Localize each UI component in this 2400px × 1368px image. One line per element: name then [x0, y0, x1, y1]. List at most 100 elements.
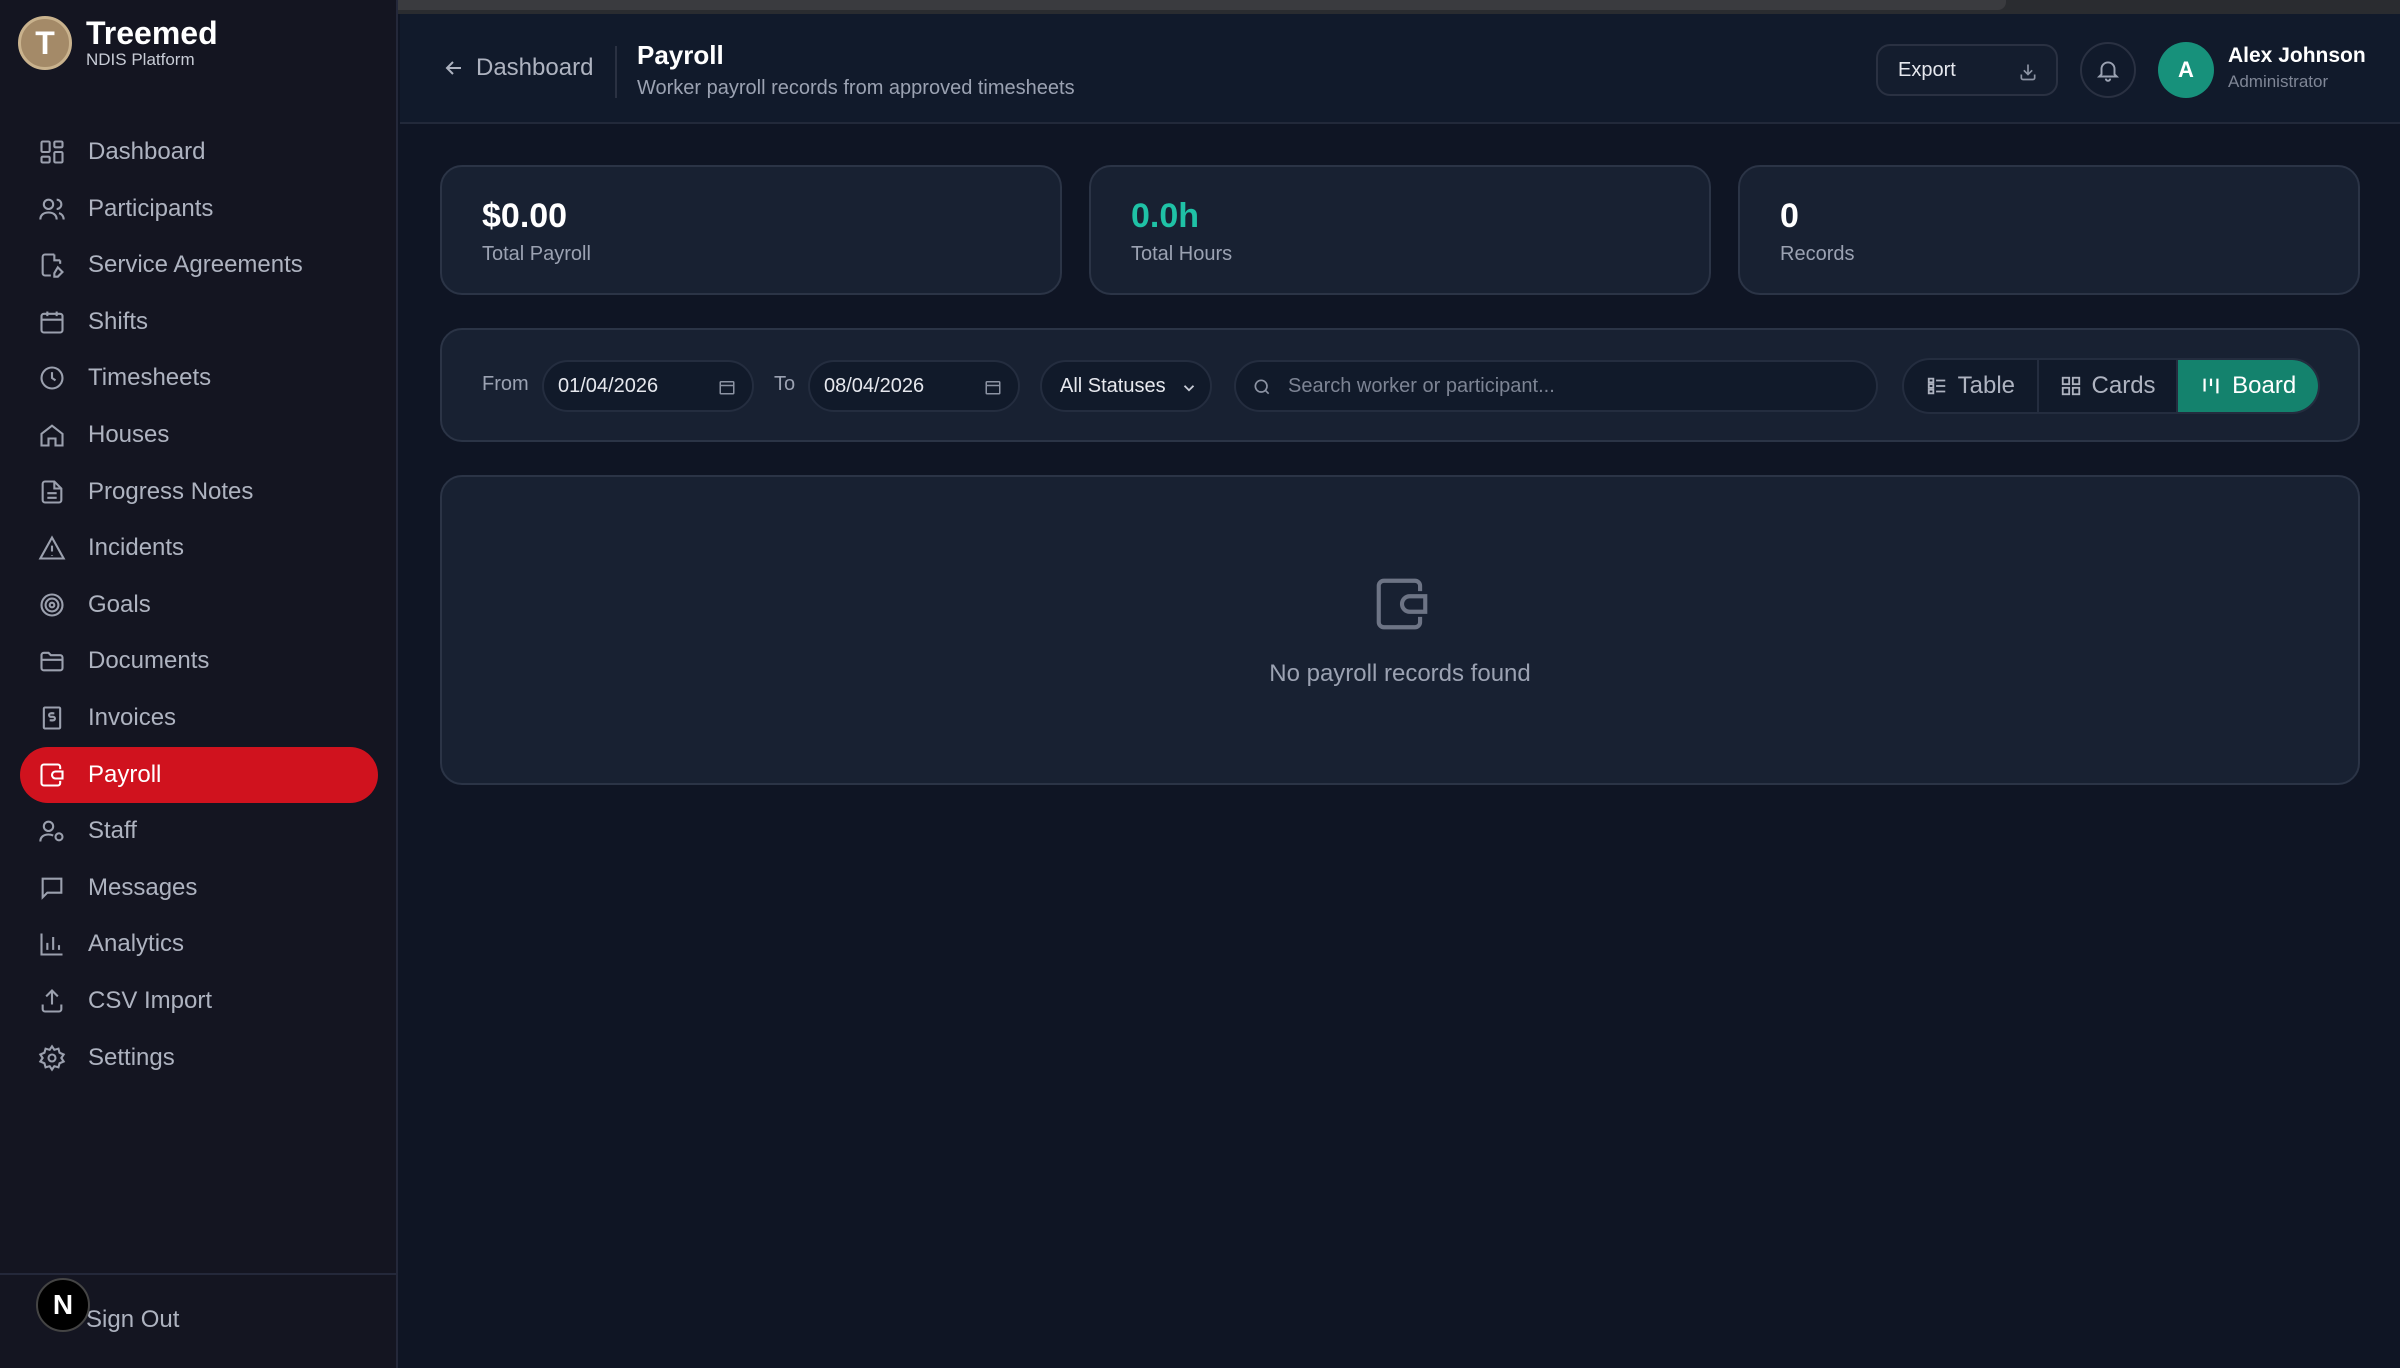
- sidebar-item-houses[interactable]: Houses: [20, 407, 378, 463]
- sidebar-item-label: Incidents: [88, 534, 185, 562]
- message-icon: [38, 874, 66, 902]
- page-subtitle: Worker payroll records from approved tim…: [637, 77, 1075, 99]
- status-select-value: All Statuses: [1060, 374, 1166, 397]
- sidebar-item-label: Shifts: [88, 307, 149, 335]
- stat-value: 0.0h: [1131, 197, 1200, 235]
- stat-value: $0.00: [482, 197, 568, 235]
- view-table-label: Table: [1957, 372, 2016, 399]
- to-label: To: [774, 373, 796, 395]
- sidebar-item-invoices[interactable]: Invoices: [20, 690, 378, 746]
- sidebar-item-label: Dashboard: [88, 138, 206, 165]
- sidebar-nav: Dashboard Participants Service Agreement…: [20, 124, 378, 1086]
- stat-card-total-hours: 0.0h Total Hours: [1089, 165, 1711, 295]
- sidebar-item-timesheets[interactable]: Timesheets: [20, 350, 378, 406]
- users-icon: [38, 195, 66, 223]
- empty-state-message: No payroll records found: [1269, 660, 1531, 687]
- sidebar-item-goals[interactable]: Goals: [20, 577, 378, 633]
- sidebar-item-label: Analytics: [88, 930, 185, 958]
- arrow-left-icon: [445, 61, 461, 75]
- stat-card-total-payroll: $0.00 Total Payroll: [440, 165, 1062, 295]
- wallet-icon: [38, 761, 66, 789]
- sidebar-item-documents[interactable]: Documents: [20, 633, 378, 689]
- stat-label: Total Payroll: [482, 243, 591, 265]
- sidebar-item-settings[interactable]: Settings: [20, 1030, 378, 1086]
- sidebar-item-label: Houses: [88, 420, 170, 448]
- from-date-input[interactable]: 01/04/2026: [542, 360, 754, 412]
- user-cog-icon: [38, 817, 66, 845]
- page-title: Payroll: [637, 40, 724, 70]
- sidebar-item-label: CSV Import: [88, 986, 213, 1014]
- header-divider: [615, 46, 617, 98]
- upload-icon: [38, 987, 66, 1015]
- back-label: Dashboard: [476, 54, 594, 81]
- brand[interactable]: T Treemed NDIS Platform: [18, 16, 218, 70]
- stat-label: Total Hours: [1131, 243, 1233, 265]
- sidebar-item-participants[interactable]: Participants: [20, 181, 378, 237]
- notifications-button[interactable]: [2080, 42, 2136, 98]
- download-icon: [2020, 64, 2036, 81]
- export-button[interactable]: Export: [1876, 44, 2058, 96]
- sidebar-item-payroll[interactable]: Payroll: [20, 746, 378, 803]
- export-label: Export: [1898, 58, 1956, 81]
- view-cards-label: Cards: [2091, 372, 2156, 399]
- to-date-input[interactable]: 08/04/2026: [808, 360, 1020, 412]
- calendar-picker-icon[interactable]: [984, 378, 1002, 396]
- user-role: Administrator: [2228, 72, 2329, 91]
- sidebar-item-csv-import[interactable]: CSV Import: [20, 973, 378, 1029]
- sidebar-item-label: Staff: [88, 817, 137, 845]
- back-to-dashboard-link[interactable]: Dashboard: [442, 54, 593, 82]
- devtools-badge[interactable]: N: [36, 1278, 90, 1332]
- to-date-value: 08/04/2026: [824, 374, 925, 397]
- view-table-button[interactable]: Table: [1904, 360, 2039, 412]
- user-name: Alex Johnson: [2228, 44, 2366, 67]
- sidebar-item-label: Participants: [88, 194, 214, 222]
- sidebar-item-label: Settings: [88, 1043, 175, 1071]
- browser-top-strip: [386, 0, 2400, 14]
- wallet-icon: [1376, 578, 1428, 630]
- sidebar-item-incidents[interactable]: Incidents: [20, 520, 378, 576]
- sidebar-item-label: Progress Notes: [88, 477, 254, 505]
- sidebar-item-shifts[interactable]: Shifts: [20, 294, 378, 350]
- list-icon: [1927, 377, 1945, 395]
- stat-label: Records: [1780, 243, 1855, 265]
- top-tab-bar: [386, 0, 2006, 10]
- calendar-picker-icon[interactable]: [718, 378, 736, 396]
- sidebar-item-analytics[interactable]: Analytics: [20, 916, 378, 972]
- search-input[interactable]: [1288, 370, 1858, 402]
- sidebar: T Treemed NDIS Platform Dashboard Partic…: [0, 0, 398, 1368]
- bell-icon: [2096, 61, 2120, 82]
- clock-icon: [38, 364, 66, 392]
- gear-icon: [38, 1043, 66, 1072]
- view-board-button[interactable]: Board: [2178, 360, 2318, 412]
- view-cards-button[interactable]: Cards: [2039, 360, 2179, 412]
- sidebar-item-service-agreements[interactable]: Service Agreements: [20, 237, 378, 293]
- target-icon: [38, 591, 66, 619]
- sidebar-item-messages[interactable]: Messages: [20, 860, 378, 916]
- document-icon: [38, 478, 66, 506]
- search-icon: [1254, 379, 1270, 395]
- sidebar-item-dashboard[interactable]: Dashboard: [20, 124, 378, 180]
- from-date-value: 01/04/2026: [558, 374, 659, 397]
- page-header: Dashboard Payroll Worker payroll records…: [400, 14, 2400, 124]
- calendar-icon: [38, 308, 66, 336]
- sidebar-item-progress-notes[interactable]: Progress Notes: [20, 464, 378, 520]
- brand-logo: T: [18, 16, 72, 70]
- stat-card-records: 0 Records: [1738, 165, 2360, 295]
- status-select[interactable]: All Statuses: [1040, 360, 1212, 412]
- kanban-icon: [2203, 378, 2219, 394]
- sidebar-item-label: Service Agreements: [88, 251, 303, 279]
- filter-bar: From 01/04/2026 To 08/04/2026 All Status…: [440, 328, 2360, 442]
- grid-icon: [2061, 376, 2080, 396]
- sidebar-item-label: Goals: [88, 590, 151, 618]
- user-avatar[interactable]: A: [2158, 42, 2214, 98]
- brand-name: Treemed: [86, 15, 218, 51]
- bar-chart-icon: [38, 930, 66, 958]
- sidebar-item-staff[interactable]: Staff: [20, 803, 378, 859]
- sign-out-button[interactable]: Sign Out: [86, 1306, 179, 1334]
- stat-value: 0: [1780, 197, 1799, 235]
- search-box: [1234, 360, 1878, 412]
- home-icon: [38, 421, 66, 449]
- sidebar-item-label: Timesheets: [88, 364, 212, 392]
- sidebar-item-label: Messages: [88, 873, 198, 901]
- dashboard-icon: [38, 138, 66, 166]
